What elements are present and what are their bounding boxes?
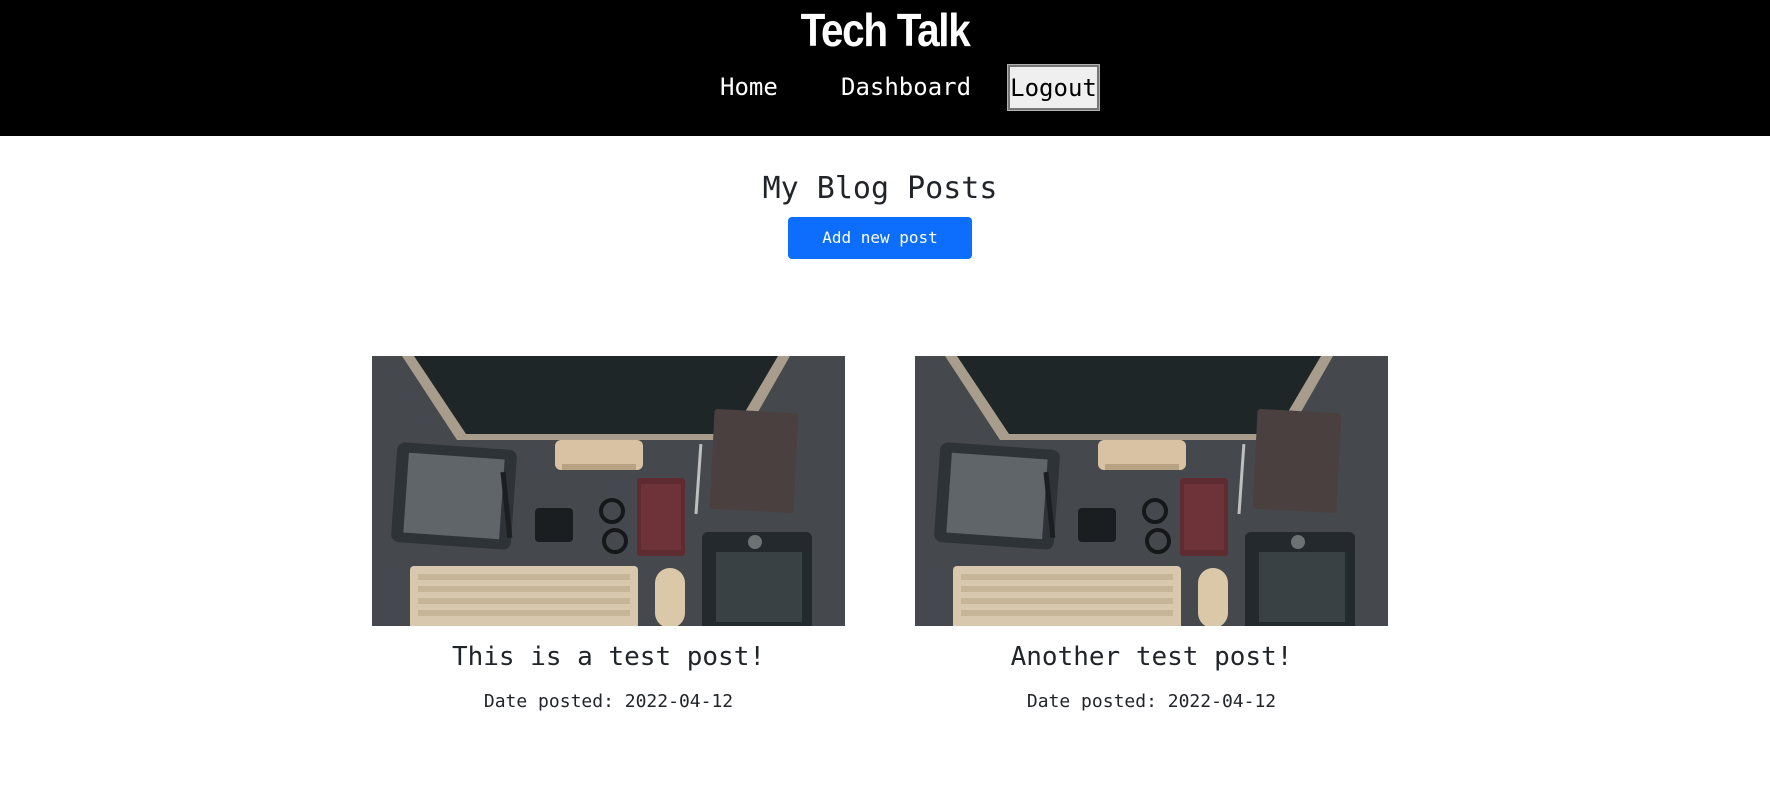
nav-home-link[interactable]: Home <box>720 72 778 102</box>
post-title[interactable]: This is a test post! <box>372 640 845 674</box>
post-date: Date posted: 2022-04-12 <box>1026 691 1277 712</box>
page-title: My Blog Posts <box>762 171 998 206</box>
post-date: Date posted: 2022-04-12 <box>483 691 734 712</box>
add-new-post-button[interactable]: Add new post <box>788 217 972 259</box>
post-title[interactable]: Another test post! <box>915 640 1388 674</box>
desk-workspace-photo-icon[interactable] <box>915 356 1388 626</box>
logout-button[interactable]: Logout <box>1007 64 1100 111</box>
nav-dashboard-link[interactable]: Dashboard <box>841 72 971 102</box>
post-card[interactable]: This is a test post! Date posted: 2022-0… <box>372 356 845 714</box>
desk-workspace-photo-icon[interactable] <box>372 356 845 626</box>
post-card[interactable]: Another test post! Date posted: 2022-04-… <box>915 356 1388 714</box>
site-title: Tech Talk <box>800 4 971 56</box>
site-header: Tech Talk Home Dashboard Logout <box>0 0 1770 136</box>
